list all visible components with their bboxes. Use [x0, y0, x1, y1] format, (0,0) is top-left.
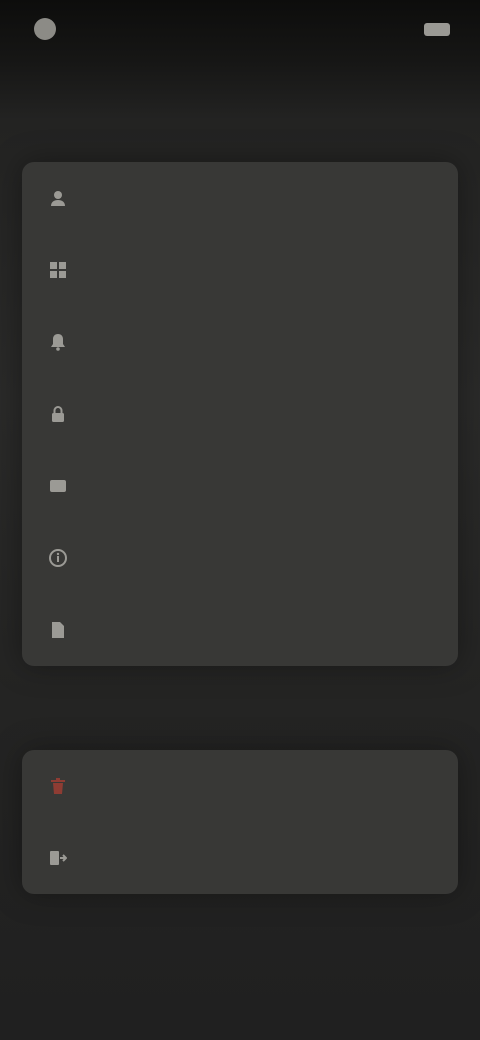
bell-icon: [48, 332, 68, 352]
logout-icon: [48, 848, 68, 868]
app-logo-icon: [34, 18, 56, 40]
settings-screen: [0, 0, 480, 1040]
settings-item-2[interactable]: [22, 234, 458, 306]
settings-item-1[interactable]: [22, 162, 458, 234]
settings-item-6[interactable]: [22, 522, 458, 594]
status-right: [416, 22, 450, 36]
battery-icon: [424, 22, 450, 36]
document-icon: [48, 620, 68, 640]
grid-icon: [48, 260, 68, 280]
user-icon: [48, 188, 68, 208]
status-left: [34, 18, 66, 40]
trash-icon: [48, 776, 68, 796]
settings-item-4[interactable]: [22, 378, 458, 450]
card-icon: [48, 476, 68, 496]
danger-item-1[interactable]: [22, 750, 458, 822]
general-settings-card: [22, 162, 458, 666]
danger-settings-card: [22, 750, 458, 894]
status-bar: [0, 0, 480, 58]
settings-item-5[interactable]: [22, 450, 458, 522]
settings-item-7[interactable]: [22, 594, 458, 666]
info-icon: [48, 548, 68, 568]
lock-icon: [48, 404, 68, 424]
danger-item-2[interactable]: [22, 822, 458, 894]
settings-item-3[interactable]: [22, 306, 458, 378]
